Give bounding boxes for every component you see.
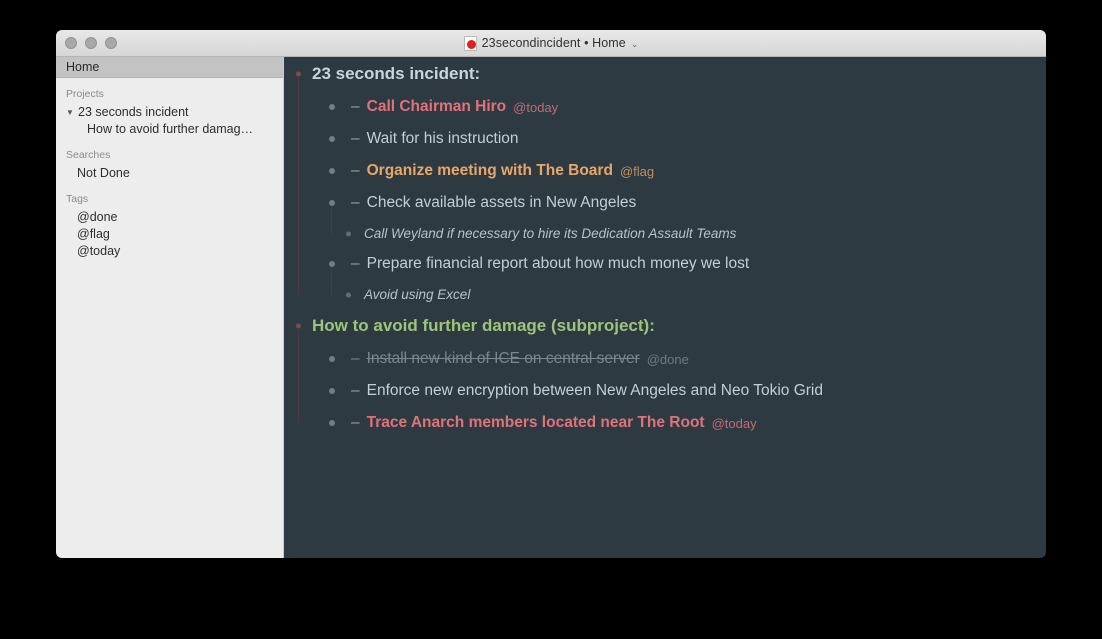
- outline-bullet-icon[interactable]: [329, 200, 335, 206]
- task-dash: –: [351, 382, 360, 399]
- sidebar-item-label: @today: [77, 244, 121, 258]
- sidebar-item-today[interactable]: @today: [56, 243, 283, 260]
- chevron-down-icon[interactable]: ⌄: [631, 39, 639, 49]
- outline-bullet-icon[interactable]: [329, 136, 335, 142]
- tag-done[interactable]: @done: [647, 352, 689, 367]
- sidebar-section-header: Searches: [66, 149, 111, 161]
- outline-project[interactable]: 23 seconds incident:: [284, 57, 480, 91]
- outline-task[interactable]: – Trace Anarch members located near The R…: [284, 407, 757, 439]
- outline-content[interactable]: 23 seconds incident: – Call Chairman Hiro @…: [284, 57, 1046, 558]
- outline-row-text: Wait for his instruction: [366, 130, 519, 147]
- window-title: 23secondincident • Home: [481, 36, 626, 50]
- outline-row-text: Avoid using Excel: [364, 287, 471, 302]
- sidebar-list: Projects ▼ 23 seconds incident How to avoid…: [56, 78, 283, 558]
- zoom-button[interactable]: [105, 37, 117, 49]
- task-dash: –: [351, 162, 360, 179]
- outline-task[interactable]: – Check available assets in New Angeles: [284, 187, 636, 219]
- sidebar-header-label: Home: [66, 60, 100, 74]
- outline-bullet-icon[interactable]: [346, 292, 351, 297]
- traffic-light-group: [65, 37, 117, 49]
- sidebar-item-23-seconds-incident[interactable]: ▼ 23 seconds incident: [56, 104, 283, 121]
- sidebar-section-header: Tags: [66, 193, 89, 205]
- task-dash: –: [351, 255, 360, 272]
- task-dash: –: [351, 98, 360, 115]
- task-dash: –: [351, 194, 360, 211]
- minimize-button[interactable]: [85, 37, 97, 49]
- app-window: 23secondincident • Home ⌄ Home Projects ▼…: [56, 30, 1046, 558]
- title-bar: 23secondincident • Home ⌄: [56, 30, 1046, 57]
- sidebar-item-done[interactable]: @done: [56, 209, 283, 226]
- sidebar-item-not-done[interactable]: Not Done: [56, 165, 283, 182]
- sidebar-item-how-to-avoid-further-damag[interactable]: How to avoid further damag…: [56, 121, 283, 138]
- outline-note[interactable]: Avoid using Excel: [284, 280, 470, 309]
- outline-bullet-icon[interactable]: [329, 356, 335, 362]
- outline-guide-line: [298, 77, 299, 295]
- tag-today[interactable]: @today: [712, 416, 757, 431]
- sidebar-item-label: @flag: [77, 227, 110, 241]
- outline-bullet-icon[interactable]: [329, 388, 335, 394]
- sidebar-item-label: 23 seconds incident: [78, 105, 189, 119]
- task-dash: –: [351, 350, 360, 367]
- outline-task[interactable]: – Organize meeting with The Board @flag: [284, 155, 654, 187]
- sidebar-item-label: How to avoid further damag…: [87, 122, 254, 136]
- outline-row-text: Call Chairman Hiro: [366, 98, 507, 115]
- sidebar-section-header: Projects: [66, 88, 104, 100]
- tag-flag[interactable]: @flag: [620, 164, 654, 179]
- outline-task[interactable]: – Install new kind of ICE on central serv…: [284, 343, 689, 375]
- outline-row-text: Trace Anarch members located near The Ro…: [366, 414, 705, 431]
- sidebar-item-flag[interactable]: @flag: [56, 226, 283, 243]
- tag-today[interactable]: @today: [513, 100, 558, 115]
- outline-row-text: Check available assets in New Angeles: [366, 194, 637, 211]
- outline-row-text: How to avoid further damage (subproject)…: [312, 316, 655, 335]
- outline-task[interactable]: – Prepare financial report about how much…: [284, 248, 749, 280]
- outline-note[interactable]: Call Weyland if necessary to hire its De…: [284, 219, 736, 248]
- sidebar-item-label: Not Done: [77, 166, 130, 180]
- window-title-group: 23secondincident • Home ⌄: [56, 35, 1046, 51]
- tomato-document-icon: [463, 35, 477, 51]
- outline-guide-line: [331, 267, 332, 295]
- sidebar: Home Projects ▼ 23 seconds incident How to …: [56, 57, 284, 558]
- window-body: Home Projects ▼ 23 seconds incident How to …: [56, 57, 1046, 558]
- outline-bullet-icon[interactable]: [346, 231, 351, 236]
- sidebar-header: Home: [56, 57, 283, 78]
- outline-task[interactable]: – Call Chairman Hiro @today: [284, 91, 558, 123]
- outline-bullet-icon[interactable]: [329, 261, 335, 267]
- task-dash: –: [351, 414, 360, 431]
- sidebar-item-label: @done: [77, 210, 118, 224]
- outline-row-text: 23 seconds incident:: [312, 64, 481, 83]
- outline-bullet-icon[interactable]: [296, 71, 301, 77]
- outline-bullet-icon[interactable]: [329, 168, 335, 174]
- outline-task[interactable]: – Enforce new encryption between New Ange…: [284, 375, 823, 407]
- outline-row-text: Enforce new encryption between New Angel…: [366, 382, 823, 399]
- disclosure-triangle-icon[interactable]: ▼: [66, 104, 78, 121]
- outline-bullet-icon[interactable]: [329, 420, 335, 426]
- outline-bullet-icon[interactable]: [296, 323, 301, 329]
- outline-guide-line: [298, 329, 299, 423]
- outline-task[interactable]: – Wait for his instruction: [284, 123, 519, 155]
- outline-row-text: Install new kind of ICE on central serve…: [366, 350, 640, 367]
- task-dash: –: [351, 130, 360, 147]
- outline-bullet-icon[interactable]: [329, 104, 335, 110]
- outline-row-text: Prepare financial report about how much …: [366, 255, 750, 272]
- close-button[interactable]: [65, 37, 77, 49]
- outline-row-text: Call Weyland if necessary to hire its De…: [364, 226, 737, 241]
- outline-row-text: Organize meeting with The Board: [366, 162, 613, 179]
- outline-guide-line: [331, 206, 332, 234]
- outline-subproject[interactable]: How to avoid further damage (subproject)…: [284, 309, 655, 343]
